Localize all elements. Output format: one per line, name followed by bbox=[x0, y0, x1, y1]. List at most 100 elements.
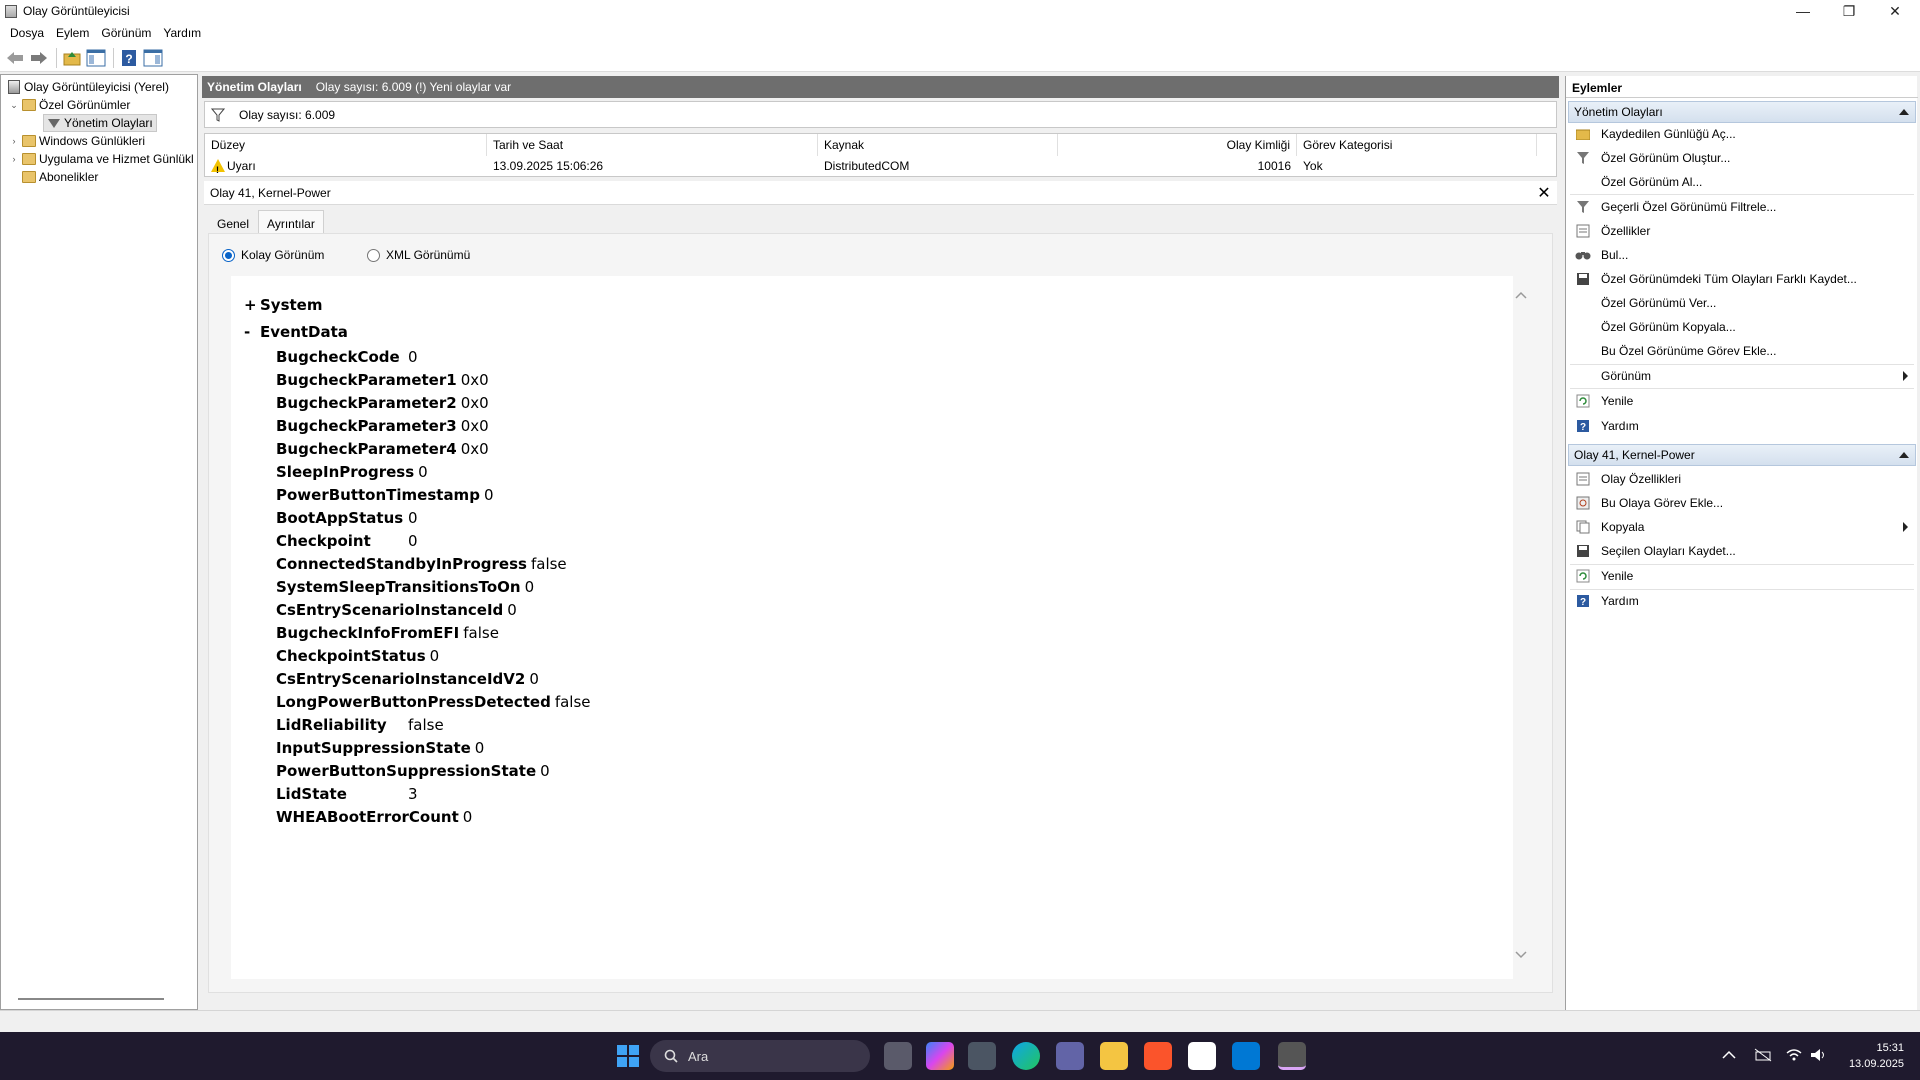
action-help-event[interactable]: ? Yardım bbox=[1570, 590, 1914, 612]
tree-item-windows-logs[interactable]: › Windows Günlükleri bbox=[9, 132, 146, 150]
action-group-admin-events[interactable]: Yönetim Olayları bbox=[1568, 101, 1916, 123]
tree-horizontal-scrollbar[interactable] bbox=[18, 998, 164, 1000]
action-refresh[interactable]: Yenile bbox=[1570, 390, 1914, 412]
arrow-right-icon bbox=[31, 51, 47, 64]
column-header-level[interactable]: Düzey bbox=[205, 134, 487, 156]
field-name: BugcheckParameter4 bbox=[276, 440, 457, 458]
action-properties[interactable]: Özellikler bbox=[1570, 220, 1914, 242]
actions-title: Eylemler bbox=[1566, 78, 1918, 98]
field-value: 0 bbox=[408, 532, 418, 550]
action-filter-current-view[interactable]: Geçerli Özel Görünümü Filtrele... bbox=[1570, 196, 1914, 218]
tree-item-subscriptions[interactable]: Abonelikler bbox=[19, 168, 98, 186]
action-group-event-41[interactable]: Olay 41, Kernel-Power bbox=[1568, 444, 1916, 466]
expand-toggle[interactable]: + bbox=[244, 296, 260, 314]
field-name: Checkpoint bbox=[276, 532, 371, 550]
back-button[interactable] bbox=[4, 47, 26, 69]
tree-item-root[interactable]: Olay Görüntüleyicisi (Yerel) bbox=[5, 78, 169, 96]
action-export-custom-view[interactable]: Özel Görünümü Ver... bbox=[1570, 292, 1914, 314]
action-find[interactable]: Bul... bbox=[1570, 244, 1914, 266]
action-event-properties[interactable]: Olay Özellikleri bbox=[1570, 468, 1914, 490]
action-open-saved-log[interactable]: Kaydedilen Günlüğü Aç... bbox=[1570, 123, 1914, 145]
restore-button[interactable]: ❐ bbox=[1826, 0, 1872, 22]
action-create-custom-view[interactable]: Özel Görünüm Oluştur... bbox=[1570, 147, 1914, 169]
action-save-selected-events[interactable]: Seçilen Olayları Kaydet... bbox=[1570, 540, 1914, 562]
copilot-button[interactable] bbox=[926, 1042, 954, 1070]
app-button-ship[interactable] bbox=[968, 1042, 996, 1070]
show-hide-tree-button[interactable] bbox=[85, 47, 107, 69]
chevron-up-icon[interactable] bbox=[1722, 1050, 1736, 1060]
blank-icon bbox=[1575, 368, 1591, 384]
action-separator bbox=[1570, 194, 1914, 195]
event-viewer-taskbar-button[interactable] bbox=[1278, 1042, 1306, 1070]
file-explorer-button[interactable] bbox=[1100, 1042, 1128, 1070]
tree-item-custom-views[interactable]: ⌄ Özel Görünümler bbox=[9, 96, 130, 114]
eventdata-field-row: BugcheckParameter1 0x0 bbox=[276, 371, 489, 389]
store-button[interactable] bbox=[1188, 1042, 1216, 1070]
tab-details[interactable]: Ayrıntılar bbox=[258, 210, 324, 234]
start-button[interactable] bbox=[614, 1042, 642, 1070]
scroll-up-icon[interactable] bbox=[1515, 290, 1527, 300]
up-folder-button[interactable] bbox=[61, 47, 83, 69]
radio-friendly-view[interactable]: Kolay Görünüm bbox=[222, 248, 324, 262]
help-button[interactable]: ? bbox=[118, 47, 140, 69]
tree-item-admin-events[interactable]: Yönetim Olayları bbox=[43, 114, 157, 132]
action-import-custom-view[interactable]: Özel Görünüm Al... bbox=[1570, 171, 1914, 193]
action-attach-task-to-view[interactable]: Bu Özel Görünüme Görev Ekle... bbox=[1570, 340, 1914, 362]
action-copy-custom-view[interactable]: Özel Görünüm Kopyala... bbox=[1570, 316, 1914, 338]
action-help[interactable]: ? Yardım bbox=[1570, 415, 1914, 437]
chevron-right-icon[interactable]: › bbox=[9, 154, 19, 164]
action-copy[interactable]: Kopyala bbox=[1570, 516, 1914, 538]
tree-item-app-service-logs[interactable]: › Uygulama ve Hizmet Günlükl bbox=[9, 150, 194, 168]
column-header-datetime[interactable]: Tarih ve Saat bbox=[487, 134, 818, 156]
action-label: Özel Görünüm Oluştur... bbox=[1601, 151, 1731, 165]
taskbar-search[interactable]: Ara bbox=[650, 1040, 870, 1072]
action-label: Kopyala bbox=[1601, 520, 1645, 534]
teams-button[interactable] bbox=[1056, 1042, 1084, 1070]
action-view[interactable]: Görünüm bbox=[1570, 365, 1914, 387]
action-refresh-event[interactable]: Yenile bbox=[1570, 565, 1914, 587]
brave-button[interactable] bbox=[1144, 1042, 1172, 1070]
section-system[interactable]: + System bbox=[244, 296, 322, 314]
column-header-task-category[interactable]: Görev Kategorisi bbox=[1297, 134, 1537, 156]
actions-pane: Eylemler Yönetim Olayları Kaydedilen Gün… bbox=[1565, 76, 1918, 1010]
collapse-up-icon[interactable] bbox=[1899, 109, 1909, 115]
close-icon[interactable]: ✕ bbox=[1531, 181, 1557, 205]
menu-action[interactable]: Eylem bbox=[50, 26, 95, 40]
action-label: Seçilen Olayları Kaydet... bbox=[1601, 544, 1736, 558]
network-off-icon[interactable] bbox=[1754, 1048, 1772, 1062]
radio-xml-view[interactable]: XML Görünümü bbox=[367, 248, 470, 262]
chevron-down-icon[interactable]: ⌄ bbox=[9, 100, 19, 111]
section-eventdata[interactable]: - EventData bbox=[244, 323, 348, 341]
action-group-label: Yönetim Olayları bbox=[1574, 105, 1663, 119]
column-header-source[interactable]: Kaynak bbox=[818, 134, 1058, 156]
eventdata-field-row: SleepInProgress 0 bbox=[276, 463, 428, 481]
chevron-right-icon[interactable]: › bbox=[9, 136, 19, 146]
menu-file[interactable]: Dosya bbox=[4, 26, 50, 40]
show-hide-action-pane-button[interactable] bbox=[142, 47, 164, 69]
cell-task-category: Yok bbox=[1303, 159, 1323, 173]
edge-button[interactable] bbox=[1012, 1042, 1040, 1070]
field-name: BugcheckParameter3 bbox=[276, 417, 457, 435]
collapse-toggle[interactable]: - bbox=[244, 323, 260, 341]
menu-help[interactable]: Yardım bbox=[157, 26, 207, 40]
menu-view[interactable]: Görünüm bbox=[95, 26, 157, 40]
close-window-button[interactable]: ✕ bbox=[1872, 0, 1918, 22]
binoculars-icon bbox=[1575, 247, 1591, 263]
collapse-up-icon[interactable] bbox=[1899, 452, 1909, 458]
forward-button[interactable] bbox=[28, 47, 50, 69]
refresh-icon bbox=[1575, 568, 1591, 584]
blank-icon bbox=[1575, 174, 1591, 190]
field-value: false bbox=[463, 624, 499, 642]
minimize-button[interactable]: — bbox=[1780, 0, 1826, 22]
wifi-icon[interactable] bbox=[1786, 1048, 1802, 1062]
action-attach-task-to-event[interactable]: Bu Olaya Görev Ekle... bbox=[1570, 492, 1914, 514]
tray-clock[interactable]: 15:31 13.09.2025 bbox=[1824, 1040, 1904, 1072]
outlook-button[interactable] bbox=[1232, 1042, 1260, 1070]
field-name: CsEntryScenarioInstanceIdV2 bbox=[276, 670, 526, 688]
scroll-down-icon[interactable] bbox=[1515, 950, 1527, 960]
action-save-all-events-as[interactable]: Özel Görünümdeki Tüm Olayları Farklı Kay… bbox=[1570, 268, 1914, 290]
tab-general[interactable]: Genel bbox=[208, 210, 258, 234]
column-header-event-id[interactable]: Olay Kimliği bbox=[1058, 134, 1297, 156]
task-view-button[interactable] bbox=[884, 1042, 912, 1070]
window-title: Olay Görüntüleyicisi bbox=[23, 4, 130, 18]
